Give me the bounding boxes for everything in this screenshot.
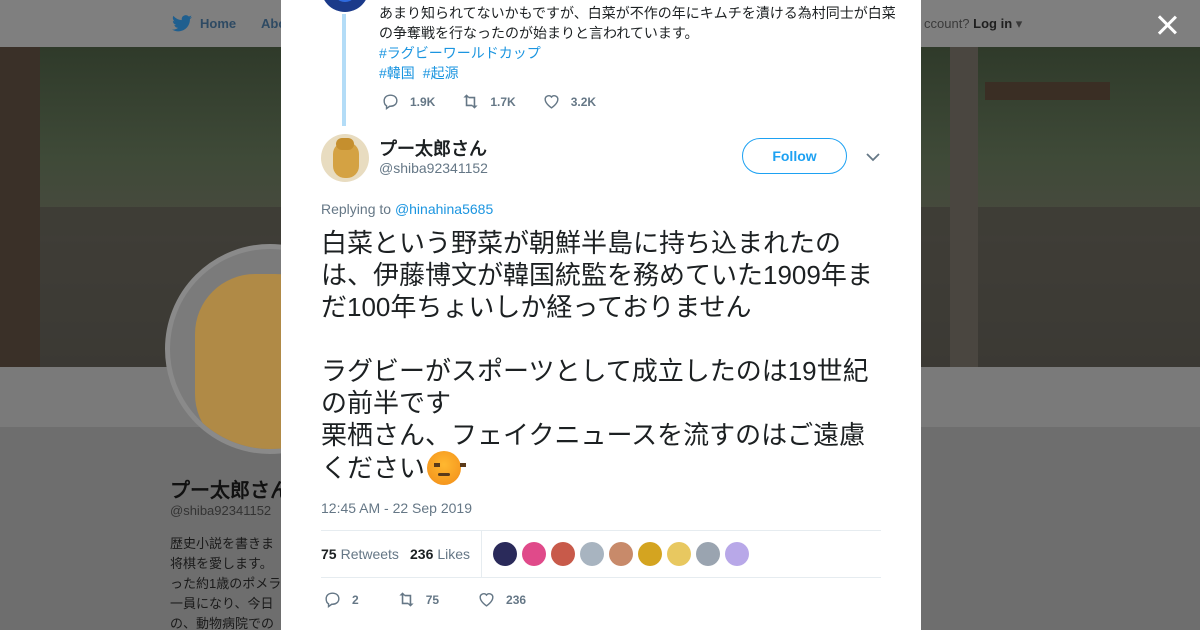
- liker-avatars: [493, 542, 749, 566]
- tweet-paragraph: 栗栖さん、フェイクニュースを流すのはご遠慮ください: [321, 420, 866, 483]
- account-prompt: ccount?: [924, 16, 970, 31]
- tweet-paragraph-last: 栗栖さん、フェイクニュースを流すのはご遠慮ください: [321, 419, 889, 485]
- nav-account: ccount? Log in ▾: [924, 16, 1022, 32]
- retweet-icon: [399, 592, 414, 607]
- like-button[interactable]: 3.2K: [542, 92, 596, 111]
- tweet-stats: 75 Retweets 236 Likes: [321, 530, 881, 578]
- heart-icon: [544, 95, 559, 109]
- profile-name: プー太郎さん: [170, 480, 290, 502]
- twitter-bird-icon: [172, 15, 192, 32]
- ancestor-avatar[interactable]: [321, 0, 369, 12]
- author-name[interactable]: プー太郎さん: [379, 135, 487, 161]
- ancestor-tweet-text: あまり知られてないかもですが、白菜が不作の年にキムチを漬ける為村同士が白菜の争奪…: [379, 3, 899, 83]
- replying-to: Replying to @hinahina5685: [321, 201, 493, 217]
- profile-bio: 歴史小説を書きま 将棋を愛します。 った約1歳のポメラ 一員になり、今日 の、動…: [170, 536, 282, 630]
- replying-to-link[interactable]: @hinahina5685: [395, 201, 493, 217]
- liker-avatar[interactable]: [580, 542, 604, 566]
- retweet-button[interactable]: 75: [397, 590, 439, 609]
- replying-prefix: Replying to: [321, 201, 392, 217]
- tweet-timestamp[interactable]: 12:45 AM - 22 Sep 2019: [321, 500, 472, 516]
- like-count: 3.2K: [570, 94, 597, 109]
- liker-avatar[interactable]: [638, 542, 662, 566]
- ancestor-actions: 1.9K 1.7K 3.2K: [381, 92, 596, 111]
- ancestor-body: あまり知られてないかもですが、白菜が不作の年にキムチを漬ける為村同士が白菜の争奪…: [379, 5, 896, 41]
- retweet-count: 75: [425, 592, 440, 607]
- retweet-count: 1.7K: [490, 94, 516, 109]
- chevron-down-icon[interactable]: [865, 149, 881, 165]
- like-button[interactable]: 236: [477, 590, 526, 609]
- like-count: 236: [506, 592, 527, 607]
- reply-count: 1.9K: [410, 94, 436, 109]
- hashtag-link[interactable]: #起源: [423, 65, 459, 81]
- retweets-stat-label: Retweets: [340, 546, 399, 562]
- retweet-button[interactable]: 1.7K: [461, 92, 516, 111]
- author-handle[interactable]: @shiba92341152: [379, 160, 488, 176]
- tweet-text: 白菜という野菜が朝鮮半島に持ち込まれたのは、伊藤博文が韓国統監を務めていた190…: [321, 227, 889, 485]
- hashtag-link[interactable]: #韓国: [379, 65, 415, 81]
- reply-button[interactable]: 1.9K: [381, 92, 435, 111]
- likes-stat[interactable]: 236 Likes: [410, 546, 470, 562]
- login-link[interactable]: Log in: [973, 16, 1012, 31]
- nav-home-label: Home: [200, 16, 237, 31]
- tweet-paragraph: ラグビーがスポーツとして成立したのは19世紀の前半です: [321, 356, 869, 418]
- liker-avatar[interactable]: [696, 542, 720, 566]
- tweet-actions: 2 75 236: [323, 590, 526, 609]
- reply-icon: [383, 94, 398, 111]
- heart-icon: [479, 593, 494, 607]
- retweet-icon: [463, 94, 478, 109]
- reply-button[interactable]: 2: [323, 590, 359, 609]
- hashtag-link[interactable]: #ラグビーワールドカップ: [379, 45, 541, 61]
- liker-avatar[interactable]: [725, 542, 749, 566]
- liker-avatar[interactable]: [493, 542, 517, 566]
- retweets-stat[interactable]: 75 Retweets: [321, 546, 399, 562]
- reply-count: 2: [352, 592, 359, 607]
- follow-button[interactable]: Follow: [742, 138, 847, 174]
- liker-avatar[interactable]: [522, 542, 546, 566]
- angry-face-icon: [427, 451, 467, 485]
- stats-divider: [481, 531, 482, 578]
- likes-stat-label: Likes: [437, 546, 471, 562]
- likes-stat-count: 236: [410, 546, 434, 562]
- liker-avatar[interactable]: [551, 542, 575, 566]
- thread-connector: [342, 14, 346, 126]
- reply-icon: [325, 592, 340, 609]
- close-icon[interactable]: [1154, 12, 1180, 38]
- chevron-down-icon: ▾: [1012, 16, 1023, 31]
- retweets-stat-count: 75: [321, 546, 337, 562]
- nav-home-link[interactable]: Home: [172, 15, 236, 32]
- liker-avatar[interactable]: [609, 542, 633, 566]
- liker-avatar[interactable]: [667, 542, 691, 566]
- author-avatar[interactable]: [321, 134, 369, 182]
- tweet-modal: あまり知られてないかもですが、白菜が不作の年にキムチを漬ける為村同士が白菜の争奪…: [281, 0, 921, 630]
- tweet-paragraph: 白菜という野菜が朝鮮半島に持ち込まれたのは、伊藤博文が韓国統監を務めていた190…: [321, 228, 873, 322]
- profile-handle: @shiba92341152: [170, 503, 272, 518]
